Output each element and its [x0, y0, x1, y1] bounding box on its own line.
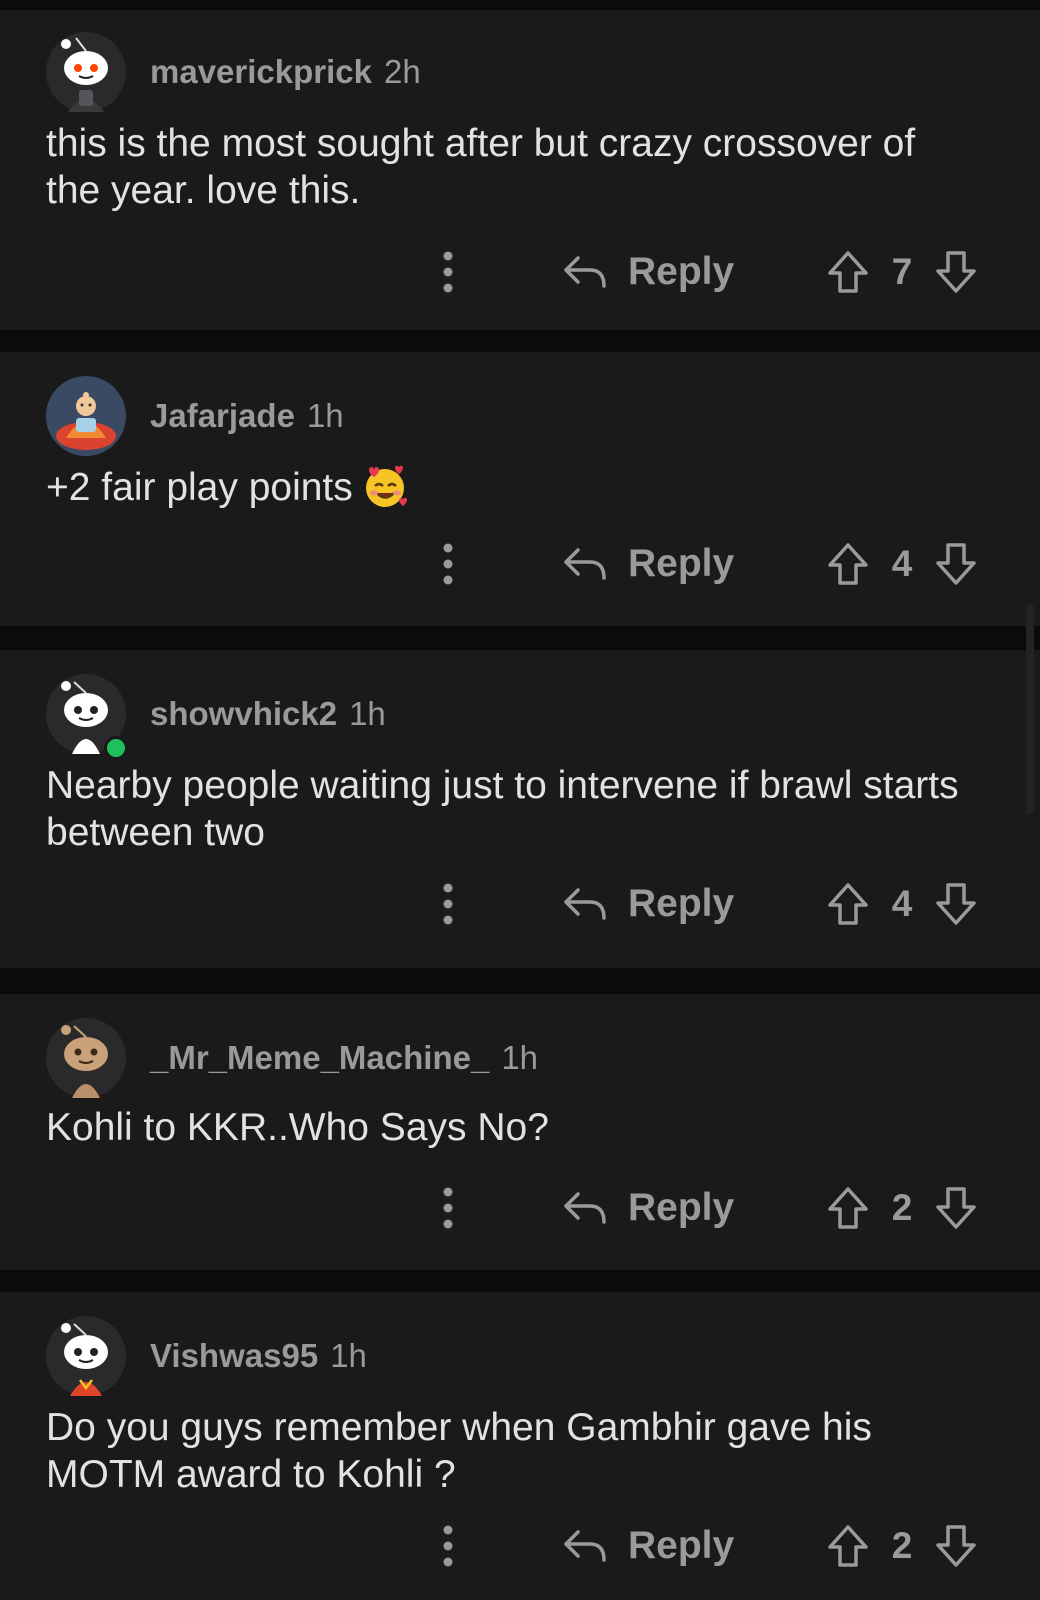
reply-button[interactable]: Reply [562, 534, 734, 594]
timestamp: 1h [306, 397, 344, 434]
comment-header: maverickprick 2h [46, 32, 421, 112]
vote-score: 2 [891, 1187, 913, 1228]
comment-text: Do you guys remember when Gambhir gave h… [46, 1406, 872, 1496]
upvote-arrow-icon[interactable] [826, 541, 870, 587]
timestamp: 1h [349, 695, 386, 732]
more-options-icon[interactable] [432, 1522, 464, 1570]
comment-header: showvhick2 1h [46, 674, 386, 760]
upvote-arrow-icon[interactable] [826, 1523, 870, 1569]
comment-actions: Reply 2 [0, 1516, 1040, 1576]
comment-card: Vishwas95 1h Do you guys remember when G… [0, 1292, 1040, 1600]
snoo-avatar-icon [46, 1018, 126, 1098]
vote-controls: 2 [826, 1178, 978, 1238]
username[interactable]: Jafarjade [150, 397, 295, 435]
upvote-arrow-icon[interactable] [826, 1185, 870, 1231]
downvote-arrow-icon[interactable] [934, 1185, 978, 1231]
vote-score: 4 [891, 883, 913, 924]
online-status-indicator [104, 736, 128, 760]
username[interactable]: Vishwas95 [150, 1337, 318, 1375]
username[interactable]: showvhick2 [150, 695, 337, 733]
user-avatar[interactable] [46, 1316, 126, 1396]
reply-arrow-icon [564, 1530, 606, 1562]
reply-label: Reply [628, 1186, 735, 1229]
snoo-avatar-icon [46, 32, 126, 112]
comment-header: Vishwas95 1h [46, 1316, 367, 1396]
more-options-icon[interactable] [432, 880, 464, 928]
downvote-arrow-icon[interactable] [934, 881, 978, 927]
smiling-face-with-hearts-icon [365, 465, 407, 507]
comment-card: showvhick2 1h Nearby people waiting just… [0, 650, 1040, 968]
reply-label: Reply [628, 542, 735, 585]
vote-score: 2 [891, 1525, 913, 1566]
vote-controls: 7 [826, 242, 978, 302]
downvote-arrow-icon[interactable] [934, 1523, 978, 1569]
comment-header: Jafarjade 1h [46, 376, 344, 456]
comment-text: this is the most sought after but crazy … [46, 122, 916, 212]
reply-button[interactable]: Reply [562, 874, 734, 934]
comment-header: _Mr_Meme_Machine_ 1h [46, 1018, 538, 1098]
comment-text-container: +2 fair play points [46, 464, 970, 511]
reply-button[interactable]: Reply [562, 242, 734, 302]
vote-controls: 4 [826, 874, 978, 934]
downvote-arrow-icon[interactable] [934, 249, 978, 295]
vote-controls: 2 [826, 1516, 978, 1576]
snoo-avatar-icon [46, 1316, 126, 1396]
reply-label: Reply [628, 250, 735, 293]
reply-arrow-icon [564, 888, 606, 920]
user-avatar[interactable] [46, 32, 126, 112]
comment-actions: Reply 4 [0, 534, 1040, 594]
reply-arrow-icon [564, 1192, 606, 1224]
comment-text: +2 fair play points [46, 466, 353, 509]
timestamp: 2h [384, 53, 421, 90]
username[interactable]: maverickprick [150, 53, 372, 91]
reply-arrow-icon [564, 256, 606, 288]
comment-card: maverickprick 2h this is the most sought… [0, 10, 1040, 330]
comment-actions: Reply 4 [0, 874, 1040, 934]
reply-arrow-icon [564, 548, 606, 580]
more-options-icon[interactable] [432, 540, 464, 588]
downvote-arrow-icon[interactable] [934, 541, 978, 587]
reply-label: Reply [628, 1524, 735, 1567]
comment-actions: Reply 7 [0, 242, 1040, 302]
vote-score: 7 [891, 251, 913, 292]
timestamp: 1h [501, 1039, 539, 1076]
scrollbar[interactable] [1026, 604, 1034, 814]
more-options-icon[interactable] [432, 1184, 464, 1232]
comment-feed: maverickprick 2h this is the most sought… [0, 0, 1040, 1600]
reply-button[interactable]: Reply [562, 1516, 734, 1576]
user-avatar[interactable] [46, 674, 128, 760]
timestamp: 1h [330, 1337, 367, 1374]
comment-actions: Reply 2 [0, 1178, 1040, 1238]
comment-text: Nearby people waiting just to intervene … [46, 764, 959, 854]
user-avatar[interactable] [46, 376, 126, 456]
comment-card: _Mr_Meme_Machine_ 1h Kohli to KKR..Who S… [0, 994, 1040, 1270]
upvote-arrow-icon[interactable] [826, 881, 870, 927]
vote-controls: 4 [826, 534, 978, 594]
reply-label: Reply [628, 882, 735, 925]
more-options-icon[interactable] [432, 248, 464, 296]
upvote-arrow-icon[interactable] [826, 249, 870, 295]
vote-score: 4 [891, 543, 913, 584]
monk-avatar-icon [46, 376, 126, 456]
reply-button[interactable]: Reply [562, 1178, 734, 1238]
username[interactable]: _Mr_Meme_Machine_ [150, 1039, 489, 1077]
user-avatar[interactable] [46, 1018, 126, 1098]
comment-card: Jafarjade 1h +2 fair play points Reply 4 [0, 352, 1040, 626]
comment-text: Kohli to KKR..Who Says No? [46, 1106, 549, 1149]
